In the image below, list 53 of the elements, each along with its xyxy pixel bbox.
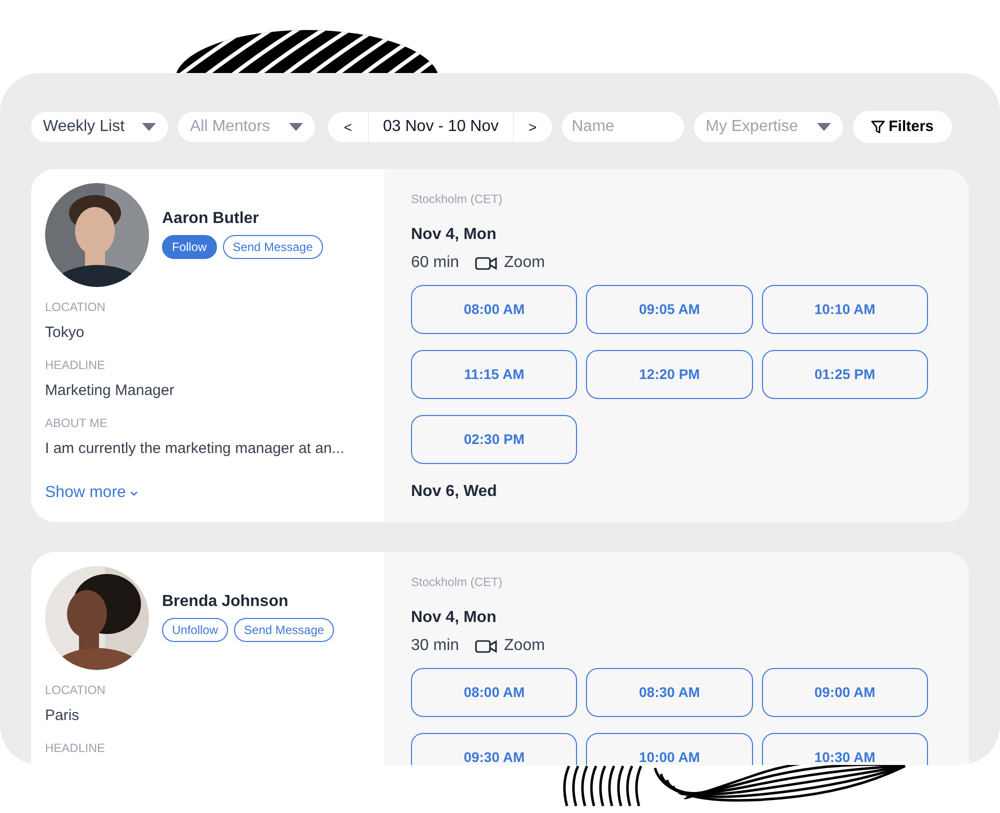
field-label: HEADLINE [45,357,106,373]
caret-icon [142,123,156,131]
meeting-type: Zoom [504,636,545,656]
time-slot-button[interactable]: 10:30 AM [762,733,928,765]
time-slot-button[interactable]: 02:30 PM [411,415,578,464]
time-slot-button[interactable]: 12:20 PM [586,350,753,399]
caret-icon [816,123,831,131]
previous-button[interactable]: < [328,112,368,142]
dropdown[interactable]: Weekly List [31,112,168,142]
field-value: Marketing Manager [45,381,176,401]
time-slot-button[interactable]: 09:05 AM [586,285,753,334]
next-button[interactable]: > [514,112,552,142]
send-message-button[interactable]: Send Message [234,618,334,642]
caret-icon [289,123,303,131]
day-heading: Nov 4, Mon [411,225,498,245]
field-value: I am currently the marketing manager at an... [45,439,346,459]
duration-text: 30 min [411,636,460,656]
timezone-label: Stockholm (CET) [411,192,502,206]
day-heading: Nov 4, Mon [411,608,498,628]
time-slot-button[interactable]: 10:10 AM [762,285,928,334]
field-value: Paris [45,706,80,726]
time-slot-button[interactable]: 08:30 AM [586,668,753,717]
timezone-label: Stockholm (CET) [411,575,502,589]
mentor-name: Aaron Butler [162,209,260,229]
filters-button[interactable]: Filters [852,111,952,143]
field-label: ABOUT ME [45,415,108,431]
field-label: HEADLINE [45,740,106,756]
mentor-name: Brenda Johnson [162,592,290,612]
filter-icon [870,120,885,134]
time-slot-button[interactable]: 09:00 AM [762,668,928,717]
show-more-link[interactable]: Show more [45,481,138,505]
time-slot-button[interactable]: 08:00 AM [411,285,578,334]
send-message-button[interactable]: Send Message [222,235,323,259]
time-slot-button[interactable]: 11:15 AM [411,350,578,399]
duration-text: 60 min [411,253,460,273]
time-slot-button[interactable]: 01:25 PM [762,350,928,399]
chevron-down-icon [130,490,138,496]
follow-button[interactable]: Follow [162,235,217,259]
name-field[interactable]: Name [562,112,684,142]
field-label: LOCATION [45,299,106,315]
meeting-type: Zoom [504,253,545,273]
dropdown[interactable]: All Mentors [178,112,315,142]
video-camera-icon [475,256,498,270]
field-label: LOCATION [45,682,106,698]
dropdown[interactable]: My Expertise [694,112,843,142]
day-heading: Nov 6, Wed [411,482,498,502]
date-range: 03 Nov - 10 Nov [368,112,514,142]
time-slot-button[interactable]: 09:30 AM [411,733,578,765]
field-value: Tokyo [45,323,86,343]
time-slot-button[interactable]: 08:00 AM [411,668,578,717]
time-slot-button[interactable]: 10:00 AM [586,733,753,765]
video-camera-icon [475,640,498,652]
follow-button[interactable]: Unfollow [162,618,228,642]
